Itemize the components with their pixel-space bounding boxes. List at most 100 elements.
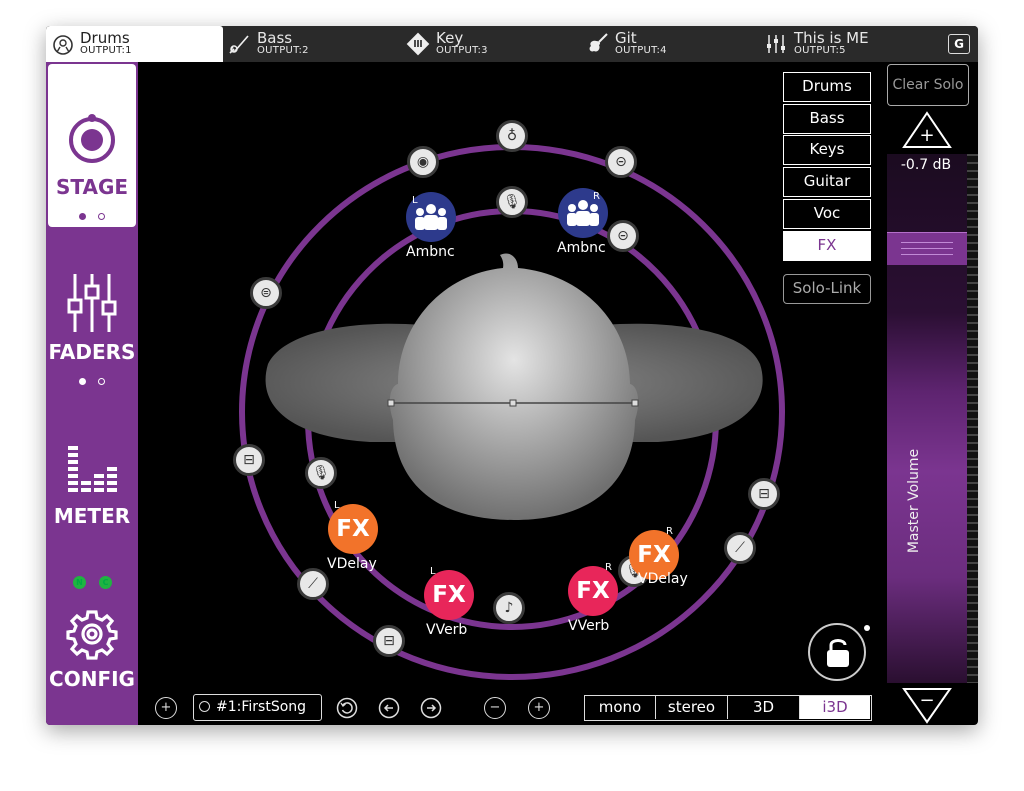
fx-vverb-right[interactable]: R FX bbox=[568, 562, 618, 616]
side-label: L bbox=[334, 500, 340, 511]
master-volume-label: Master Volume bbox=[906, 448, 922, 554]
audience-icon bbox=[567, 200, 599, 226]
sidebar-label: FADERS bbox=[48, 340, 136, 364]
song-name: #1:FirstSong bbox=[216, 699, 307, 715]
mode-stereo-button[interactable]: stereo bbox=[656, 696, 728, 719]
source-snare-icon[interactable]: ⊟ bbox=[748, 478, 780, 510]
bottom-toolbar: + #1:FirstSong − + mono stereo 3D i3D bbox=[138, 690, 888, 725]
lock-indicator-dot bbox=[864, 625, 870, 631]
undo-button[interactable] bbox=[336, 697, 358, 719]
sidebar-label: METER bbox=[53, 504, 131, 528]
source-mic-icon[interactable]: 🎙 bbox=[496, 186, 528, 218]
sidebar-label: STAGE bbox=[55, 175, 129, 199]
previous-button[interactable] bbox=[378, 697, 400, 719]
vdelay-right-label: VDelay bbox=[638, 571, 688, 587]
tab-git[interactable]: Git OUTPUT:4 bbox=[581, 26, 760, 62]
source-mic-stand-icon[interactable]: ⟋ bbox=[297, 568, 329, 600]
fx-vdelay-left[interactable]: L FX bbox=[328, 500, 378, 554]
unlock-icon bbox=[827, 639, 849, 667]
tab-bass[interactable]: Bass OUTPUT:2 bbox=[223, 26, 402, 62]
fx-text: FX bbox=[336, 516, 370, 542]
master-db-value: -0.7 dB bbox=[900, 157, 952, 173]
faders-icon bbox=[67, 274, 117, 332]
add-song-button[interactable]: + bbox=[155, 697, 177, 719]
drum-kit-icon bbox=[53, 35, 73, 55]
bass-guitar-icon bbox=[229, 35, 249, 54]
sidebar: STAGE FADERS METER N C CONFIG bbox=[46, 62, 138, 725]
mode-selector: mono stereo 3D i3D bbox=[584, 695, 872, 721]
tab-this-is-me[interactable]: This is ME OUTPUT:5 bbox=[760, 26, 930, 62]
next-button[interactable] bbox=[420, 697, 442, 719]
vverb-right-label: VVerb bbox=[568, 618, 610, 634]
volume-down-button[interactable]: − bbox=[901, 686, 953, 724]
sidebar-item-meter[interactable]: METER bbox=[48, 432, 136, 552]
tab-output: OUTPUT:4 bbox=[615, 45, 667, 56]
audience-icon bbox=[415, 204, 447, 230]
source-hihat-icon[interactable]: ⊜ bbox=[250, 277, 282, 309]
sidebar-item-faders[interactable]: FADERS bbox=[48, 262, 136, 422]
ambnc-left-label: Ambnc bbox=[406, 244, 455, 260]
tab-key[interactable]: Key OUTPUT:3 bbox=[402, 26, 581, 62]
vverb-left-label: VVerb bbox=[426, 622, 468, 638]
solo-keys-button[interactable]: Keys bbox=[783, 135, 871, 165]
source-drum-icon[interactable]: ◉ bbox=[407, 146, 439, 178]
app-window: Drums OUTPUT:1 Bass OUTPUT:2 Key OUTPUT:… bbox=[46, 26, 978, 725]
vdelay-left-label: VDelay bbox=[327, 556, 377, 572]
plus-icon: + bbox=[919, 125, 934, 146]
tab-output: OUTPUT:2 bbox=[257, 45, 309, 56]
tab-output: OUTPUT:1 bbox=[80, 45, 132, 56]
stage-canvas bbox=[239, 144, 785, 680]
zoom-in-button[interactable]: + bbox=[528, 697, 550, 719]
solo-guitar-button[interactable]: Guitar bbox=[783, 167, 871, 197]
source-guitar-icon[interactable]: ♪ bbox=[493, 592, 525, 624]
source-mic-icon[interactable]: 🎙 bbox=[305, 457, 337, 489]
solo-drums-button[interactable]: Drums bbox=[783, 72, 871, 102]
tab-output: OUTPUT:3 bbox=[436, 45, 488, 56]
clear-solo-button[interactable]: Clear Solo bbox=[887, 64, 969, 106]
status-indicator-n: N bbox=[73, 576, 86, 589]
meter-icon bbox=[68, 446, 117, 492]
page-dots bbox=[48, 374, 136, 388]
ambnc-right-label: Ambnc bbox=[557, 240, 606, 256]
solo-fx-button[interactable]: FX bbox=[783, 231, 871, 261]
side-label: R bbox=[666, 526, 673, 537]
sidebar-item-stage[interactable]: STAGE bbox=[48, 64, 136, 227]
output-tabs: Drums OUTPUT:1 Bass OUTPUT:2 Key OUTPUT:… bbox=[46, 26, 978, 62]
ambnc-right-source[interactable]: R bbox=[558, 188, 608, 238]
faders-icon bbox=[767, 35, 785, 53]
zoom-out-button[interactable]: − bbox=[484, 697, 506, 719]
tab-drums[interactable]: Drums OUTPUT:1 bbox=[46, 26, 223, 62]
source-cymbal-icon[interactable]: ⊝ bbox=[605, 146, 637, 178]
master-fader-handle[interactable] bbox=[887, 232, 967, 265]
solo-voc-button[interactable]: Voc bbox=[783, 199, 871, 229]
mode-mono-button[interactable]: mono bbox=[585, 696, 656, 719]
sidebar-label: CONFIG bbox=[49, 667, 135, 691]
keyboard-icon bbox=[406, 32, 430, 56]
source-cymbal-icon[interactable]: ⊝ bbox=[607, 220, 639, 252]
fx-text: FX bbox=[576, 578, 610, 604]
source-snare-icon[interactable]: ⊟ bbox=[373, 625, 405, 657]
fx-text: FX bbox=[637, 542, 671, 568]
source-mic-stand-icon[interactable]: ⟋ bbox=[724, 532, 756, 564]
fx-vverb-left[interactable]: L FX bbox=[424, 566, 474, 620]
source-kick-icon[interactable]: ♁ bbox=[496, 120, 528, 152]
ambnc-left-source[interactable]: L bbox=[406, 192, 456, 242]
fader-scale bbox=[967, 154, 978, 683]
sidebar-item-config[interactable]: CONFIG bbox=[48, 602, 136, 722]
gear-icon bbox=[66, 610, 118, 660]
guitar-icon bbox=[589, 33, 608, 52]
stage-icon bbox=[69, 114, 115, 163]
source-snare-icon[interactable]: ⊟ bbox=[233, 444, 265, 476]
volume-up-button[interactable]: + bbox=[901, 110, 953, 150]
lock-button[interactable] bbox=[808, 623, 870, 681]
stage-area[interactable]: ◉ ♁ ⊝ 🎙 ⊝ ⊜ ⊟ 🎙 ⊟ ⟋ ⟋ ♪ ⊟ 🎙 L Ambnc R bbox=[138, 62, 888, 725]
mode-3d-button[interactable]: 3D bbox=[728, 696, 800, 719]
song-selector[interactable]: #1:FirstSong bbox=[193, 694, 322, 721]
side-label: L bbox=[430, 566, 436, 577]
solo-link-button[interactable]: Solo-Link bbox=[783, 274, 871, 304]
minus-icon: − bbox=[919, 690, 934, 711]
solo-bass-button[interactable]: Bass bbox=[783, 104, 871, 134]
app-logo: G bbox=[948, 34, 970, 54]
mode-i3d-button[interactable]: i3D bbox=[800, 696, 870, 719]
fx-text: FX bbox=[432, 582, 466, 608]
